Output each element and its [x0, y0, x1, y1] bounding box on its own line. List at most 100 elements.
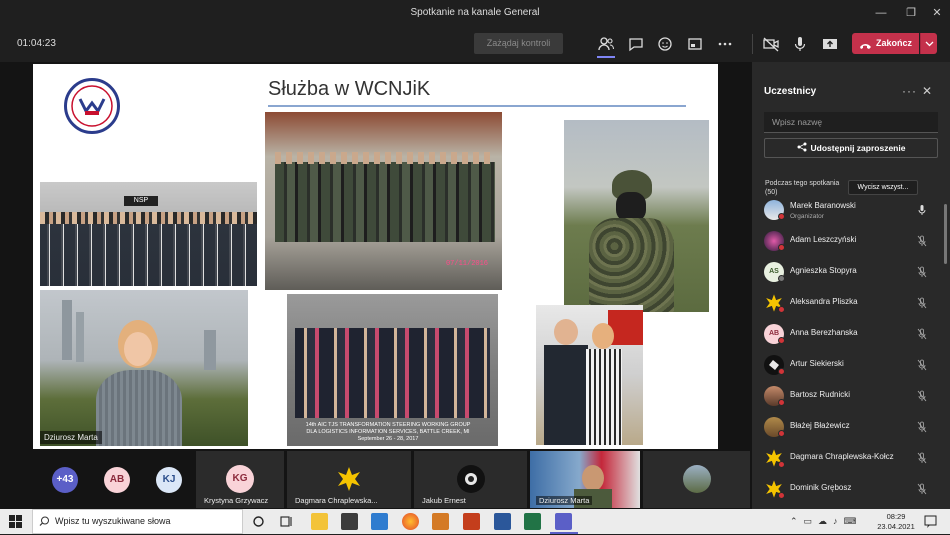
participant-search-input[interactable]: Wpisz nazwę [764, 112, 938, 133]
tile-name: Krystyna Grzywacz [204, 496, 269, 505]
share-tray-icon[interactable] [686, 35, 704, 53]
end-call-button[interactable]: Zakończ [852, 33, 919, 54]
store-icon[interactable] [341, 513, 358, 530]
camera-off-icon[interactable] [762, 35, 780, 53]
video-tile[interactable]: KG Krystyna Grzywacz [196, 451, 284, 508]
microphone-icon[interactable] [791, 35, 809, 53]
tile-name: Jakub Ernest [422, 496, 466, 505]
mic-muted-icon [917, 266, 927, 278]
tile-name: Dagmara Chraplewska... [295, 496, 378, 505]
chat-icon[interactable] [627, 35, 645, 53]
video-tile[interactable]: Dagmara Chraplewska... [287, 451, 411, 508]
participant-name: Adam Leszczyński [790, 235, 857, 244]
mic-muted-icon [917, 328, 927, 340]
file-explorer-icon[interactable] [311, 513, 328, 530]
photo-military-group: 07/11/2016 [265, 112, 502, 290]
mute-all-button[interactable]: Wycisz wszyst... [848, 180, 918, 195]
participants-icon[interactable] [597, 35, 615, 53]
participant-row[interactable]: Artur Siekierski [764, 353, 942, 377]
firefox-icon[interactable] [402, 513, 419, 530]
system-tray-icons[interactable]: ⌃▭☁♪⌨ [790, 516, 863, 527]
participant-name: Agnieszka Stopyra [790, 266, 857, 275]
panel-scrollbar[interactable] [944, 204, 947, 264]
avatar[interactable]: KJ [156, 467, 182, 493]
status-badge [778, 244, 785, 251]
mic-muted-icon [917, 452, 927, 464]
overflow-participants-button[interactable]: +43 [52, 467, 78, 493]
panel-more-icon[interactable]: ··· [902, 84, 917, 98]
word-icon[interactable] [494, 513, 511, 530]
taskbar-search-input[interactable]: Wpisz tu wyszukiwane słowa [32, 509, 243, 534]
participant-row[interactable]: AB Anna Berezhanska [764, 322, 942, 346]
share-invite-button[interactable]: Udostępnij zaproszenie [764, 138, 938, 158]
participant-row[interactable]: AS Agnieszka Stopyra [764, 260, 942, 284]
microphone-icon [918, 205, 926, 215]
participant-row[interactable]: Adam Leszczyński [764, 229, 942, 253]
participants-panel: Uczestnicy ··· ✕ Wpisz nazwę Udostępnij … [752, 62, 950, 509]
taskbar-search-placeholder: Wpisz tu wyszukiwane słowa [55, 516, 171, 526]
minimize-icon[interactable]: — [866, 2, 896, 24]
teams-icon[interactable] [555, 513, 572, 530]
status-badge [778, 368, 785, 375]
status-badge [778, 337, 785, 344]
status-badge [778, 492, 785, 499]
participant-row[interactable]: Bartosz Rudnicki [764, 384, 942, 408]
participant-row[interactable]: Aleksandra Pliszka [764, 291, 942, 315]
participant-name: Błażej Błażewicz [790, 421, 850, 430]
end-call-dropdown[interactable] [920, 33, 937, 54]
avatar: KG [226, 465, 254, 493]
participant-name: Anna Berezhanska [790, 328, 858, 337]
calculator-icon[interactable] [432, 513, 449, 530]
video-tile[interactable] [643, 451, 750, 508]
status-badge [778, 430, 785, 437]
task-view-icon[interactable] [278, 513, 295, 530]
request-control-button[interactable]: Zażądaj kontroli [474, 33, 563, 54]
mic-muted-icon [917, 421, 927, 433]
participant-row[interactable]: Błażej Błażewicz [764, 415, 942, 439]
participant-row[interactable]: Dagmara Chraplewska-Kołcz [764, 446, 942, 470]
participant-name: Bartosz Rudnicki [790, 390, 851, 399]
participant-name: Artur Siekierski [790, 359, 844, 368]
reactions-icon[interactable] [656, 35, 674, 53]
shared-content-stage: Służba w WCNJiK NSP 07/11/2016 Dziurosz … [0, 62, 752, 450]
close-icon[interactable]: ✕ [922, 84, 932, 98]
windows-start-icon[interactable] [9, 515, 22, 533]
institution-logo [64, 78, 120, 134]
mic-muted-icon [917, 483, 927, 495]
clock-date: 23.04.2021 [877, 522, 915, 531]
close-window-icon[interactable]: ✕ [922, 2, 950, 24]
video-tile[interactable]: Jakub Ernest [414, 451, 527, 508]
more-actions-icon[interactable] [716, 35, 734, 53]
mic-muted-icon [917, 359, 927, 371]
photo-date-stamp: 07/11/2016 [445, 260, 488, 268]
video-tile[interactable]: Dziurosz Marta [530, 451, 640, 508]
status-badge [778, 399, 785, 406]
photo-sign: NSP [124, 196, 158, 206]
avatar [682, 465, 711, 493]
notifications-icon[interactable] [924, 515, 937, 533]
taskbar-clock[interactable]: 08:29 23.04.2021 [876, 512, 916, 532]
photo-award-ceremony [536, 305, 643, 445]
section-header[interactable]: Podczas tego spotkania (50) [765, 179, 845, 197]
call-timer: 01:04:23 [17, 38, 56, 49]
photo-group-conference: NSP [40, 182, 257, 286]
title-underline [268, 105, 686, 107]
photo-dla-group: 14th AIC TJS TRANSFORMATION STEERING WOR… [287, 294, 498, 446]
search-icon [39, 516, 49, 526]
excel-icon[interactable] [524, 513, 541, 530]
participant-row[interactable]: Marek Baranowski Organizator [764, 198, 942, 222]
cortana-icon[interactable] [250, 513, 267, 530]
photo-portrait-woman [40, 290, 248, 446]
share-icon [797, 142, 807, 152]
clock-time: 08:29 [886, 512, 906, 521]
chevron-down-icon [925, 41, 934, 47]
participant-row[interactable]: Dominik Grębosz [764, 477, 942, 501]
presentation-slide: Służba w WCNJiK NSP 07/11/2016 Dziurosz … [33, 64, 718, 449]
slide-title: Służba w WCNJiK [268, 78, 431, 100]
share-content-icon[interactable] [821, 35, 839, 53]
mic-muted-icon [917, 390, 927, 402]
powerpoint-icon[interactable] [463, 513, 480, 530]
mail-icon[interactable] [371, 513, 388, 530]
star-avatar-icon [335, 465, 363, 493]
avatar[interactable]: AB [104, 467, 130, 493]
